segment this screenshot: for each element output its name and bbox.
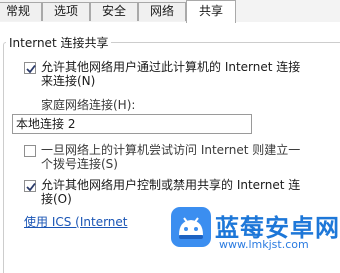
watermark-logo-icon bbox=[171, 207, 211, 247]
home-network-field[interactable]: 本地连接 2 bbox=[12, 114, 252, 134]
allow-share-label-line2: 来连接(N) bbox=[41, 74, 96, 88]
tab-options[interactable]: 选项 bbox=[42, 2, 90, 21]
allow-control-checkbox[interactable] bbox=[24, 180, 36, 192]
checkmark-icon bbox=[26, 182, 36, 192]
dial-label-line2: 个拨号连接(S) bbox=[41, 157, 118, 171]
tab-general[interactable]: 常规 bbox=[0, 2, 42, 21]
allow-share-checkbox[interactable] bbox=[24, 62, 36, 74]
dial-on-demand-checkbox[interactable] bbox=[24, 145, 36, 157]
dial-label-line1: 一旦网络上的计算机尝试访问 Internet 则建立一 bbox=[41, 143, 301, 157]
tab-sharing[interactable]: 共享 bbox=[186, 0, 236, 23]
checkmark-icon bbox=[26, 64, 36, 74]
group-title: Internet 连接共享 bbox=[6, 34, 112, 51]
tab-strip: 常规 选项 安全 网络 共享 bbox=[0, 0, 340, 23]
home-network-label: 家庭网络连接(H): bbox=[41, 98, 136, 112]
ics-link[interactable]: 使用 ICS (Internet bbox=[24, 213, 128, 230]
allow-control-label-line2: 接(O) bbox=[41, 192, 72, 206]
allow-control-label-line1: 允许其他网络用户控制或禁用共享的 Internet 连 bbox=[41, 178, 301, 192]
tab-networking[interactable]: 网络 bbox=[138, 2, 186, 21]
tab-security[interactable]: 安全 bbox=[90, 2, 138, 21]
watermark-url: www.lmkjst.com bbox=[219, 238, 309, 251]
allow-share-label-line1: 允许其他网络用户通过此计算机的 Internet 连接 bbox=[41, 60, 301, 74]
